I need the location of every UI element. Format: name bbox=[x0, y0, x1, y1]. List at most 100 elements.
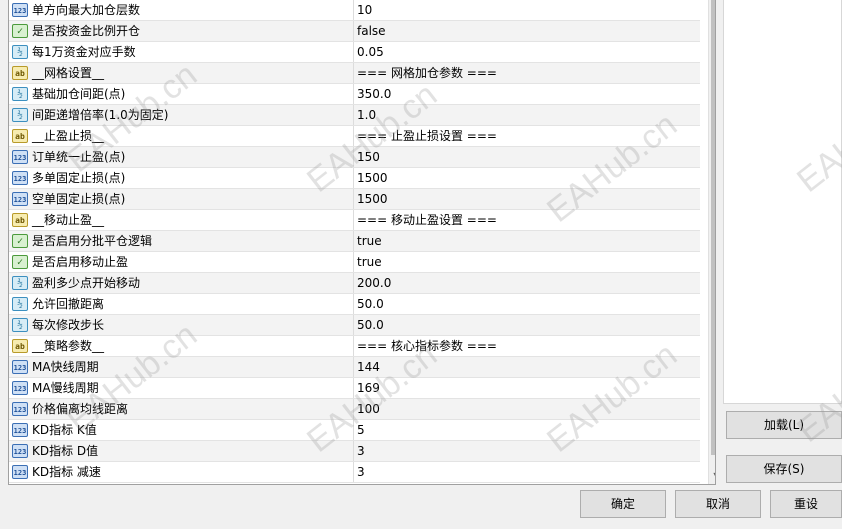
param-value[interactable]: === 核心指标参数 === bbox=[357, 336, 497, 356]
param-type-str-icon: ab bbox=[12, 339, 28, 353]
param-type-str-icon: ab bbox=[12, 213, 28, 227]
param-label: 允许回撤距离 bbox=[32, 297, 105, 311]
param-type-bool-icon: ✓ bbox=[12, 234, 28, 248]
param-label: KD指标 K值 bbox=[32, 423, 97, 437]
param-value[interactable]: 200.0 bbox=[357, 273, 391, 293]
param-type-bool-icon: ✓ bbox=[12, 255, 28, 269]
param-name-cell: ✓ 是否按资金比例开仓 bbox=[9, 21, 354, 41]
param-row[interactable]: ab __网格设置__ === 网格加仓参数 === bbox=[9, 63, 700, 84]
param-label: 是否按资金比例开仓 bbox=[32, 24, 141, 38]
param-row[interactable]: ✓ 是否按资金比例开仓 false bbox=[9, 21, 700, 42]
param-row[interactable]: ½ 每1万资金对应手数 0.05 bbox=[9, 42, 700, 63]
param-type-dbl-icon: ½ bbox=[12, 297, 28, 311]
param-label: 间距递增倍率(1.0为固定) bbox=[32, 108, 169, 122]
param-name-cell: ½ 每1万资金对应手数 bbox=[9, 42, 354, 62]
param-value[interactable]: 169 bbox=[357, 378, 380, 398]
param-row[interactable]: 123 KD指标 减速 3 bbox=[9, 462, 700, 483]
load-button[interactable]: 加载(L) bbox=[726, 411, 842, 439]
param-row[interactable]: ½ 允许回撤距离 50.0 bbox=[9, 294, 700, 315]
param-value[interactable]: 3 bbox=[357, 441, 365, 461]
param-row[interactable]: ½ 盈利多少点开始移动 200.0 bbox=[9, 273, 700, 294]
scroll-down-arrow-icon[interactable]: ▼ bbox=[709, 469, 715, 483]
param-name-cell: ab __策略参数__ bbox=[9, 336, 354, 356]
param-type-int-icon: 123 bbox=[12, 465, 28, 479]
param-label: 每1万资金对应手数 bbox=[32, 45, 136, 59]
param-row[interactable]: ab __止盈止损__ === 止盈止损设置 === bbox=[9, 126, 700, 147]
param-value[interactable]: true bbox=[357, 231, 382, 251]
param-value[interactable]: 0.05 bbox=[357, 42, 384, 62]
param-name-cell: ab __网格设置__ bbox=[9, 63, 354, 83]
param-value[interactable]: === 网格加仓参数 === bbox=[357, 63, 497, 83]
scrollbar-thumb[interactable] bbox=[711, 0, 715, 455]
param-row[interactable]: ½ 每次修改步长 50.0 bbox=[9, 315, 700, 336]
param-type-int-icon: 123 bbox=[12, 192, 28, 206]
param-row[interactable]: 123 单方向最大加仓层数 10 bbox=[9, 0, 700, 21]
param-value[interactable]: true bbox=[357, 252, 382, 272]
param-row[interactable]: 123 KD指标 K值 5 bbox=[9, 420, 700, 441]
param-label: 单方向最大加仓层数 bbox=[32, 3, 141, 17]
param-row[interactable]: 123 KD指标 D值 3 bbox=[9, 441, 700, 462]
param-label: MA快线周期 bbox=[32, 360, 99, 374]
param-row[interactable]: ✓ 是否启用移动止盈 true bbox=[9, 252, 700, 273]
param-label: 多单固定止损(点) bbox=[32, 171, 126, 185]
param-name-cell: ½ 每次修改步长 bbox=[9, 315, 354, 335]
param-label: 是否启用分批平仓逻辑 bbox=[32, 234, 153, 248]
param-label: MA慢线周期 bbox=[32, 381, 99, 395]
param-row[interactable]: 123 MA慢线周期 169 bbox=[9, 378, 700, 399]
param-value[interactable]: false bbox=[357, 21, 386, 41]
param-value[interactable]: 1500 bbox=[357, 168, 388, 188]
param-type-int-icon: 123 bbox=[12, 360, 28, 374]
param-name-cell: 123 单方向最大加仓层数 bbox=[9, 0, 354, 20]
param-name-cell: 123 价格偏离均线距离 bbox=[9, 399, 354, 419]
param-row[interactable]: ab __策略参数__ === 核心指标参数 === bbox=[9, 336, 700, 357]
param-label: KD指标 D值 bbox=[32, 444, 99, 458]
param-value[interactable]: === 移动止盈设置 === bbox=[357, 210, 497, 230]
param-type-dbl-icon: ½ bbox=[12, 45, 28, 59]
param-row[interactable]: 123 空单固定止损(点) 1500 bbox=[9, 189, 700, 210]
param-value[interactable]: 1.0 bbox=[357, 105, 376, 125]
param-row[interactable]: ab __移动止盈__ === 移动止盈设置 === bbox=[9, 210, 700, 231]
param-type-dbl-icon: ½ bbox=[12, 318, 28, 332]
param-label: __移动止盈__ bbox=[32, 213, 105, 227]
param-type-dbl-icon: ½ bbox=[12, 87, 28, 101]
param-row[interactable]: ½ 基础加仓间距(点) 350.0 bbox=[9, 84, 700, 105]
param-label: __策略参数__ bbox=[32, 339, 105, 353]
param-type-str-icon: ab bbox=[12, 129, 28, 143]
ok-button[interactable]: 确定 bbox=[580, 490, 666, 518]
save-button[interactable]: 保存(S) bbox=[726, 455, 842, 483]
param-label: 价格偏离均线距离 bbox=[32, 402, 129, 416]
param-row[interactable]: 123 多单固定止损(点) 1500 bbox=[9, 168, 700, 189]
param-name-cell: 123 空单固定止损(点) bbox=[9, 189, 354, 209]
param-value[interactable]: 50.0 bbox=[357, 294, 384, 314]
param-row[interactable]: ✓ 是否启用分批平仓逻辑 true bbox=[9, 231, 700, 252]
param-type-int-icon: 123 bbox=[12, 444, 28, 458]
param-row[interactable]: 123 订单统一止盈(点) 150 bbox=[9, 147, 700, 168]
param-name-cell: 123 MA慢线周期 bbox=[9, 378, 354, 398]
param-value[interactable]: 350.0 bbox=[357, 84, 391, 104]
param-label: 空单固定止损(点) bbox=[32, 192, 126, 206]
param-value[interactable]: 10 bbox=[357, 0, 372, 20]
param-row[interactable]: 123 价格偏离均线距离 100 bbox=[9, 399, 700, 420]
param-value[interactable]: 50.0 bbox=[357, 315, 384, 335]
param-row[interactable]: ½ 间距递增倍率(1.0为固定) 1.0 bbox=[9, 105, 700, 126]
vertical-scrollbar[interactable]: ▼ bbox=[708, 0, 715, 484]
side-panel bbox=[723, 0, 842, 404]
reset-button[interactable]: 重设 bbox=[770, 490, 842, 518]
param-label: 基础加仓间距(点) bbox=[32, 87, 126, 101]
param-value[interactable]: 150 bbox=[357, 147, 380, 167]
parameters-table: 123 单方向最大加仓层数 10 ✓ 是否按资金比例开仓 false ½ 每1万资金对应手数 0… bbox=[8, 0, 716, 485]
cancel-button[interactable]: 取消 bbox=[675, 490, 761, 518]
param-value[interactable]: 144 bbox=[357, 357, 380, 377]
param-name-cell: ✓ 是否启用分批平仓逻辑 bbox=[9, 231, 354, 251]
param-label: KD指标 减速 bbox=[32, 465, 101, 479]
param-value[interactable]: 3 bbox=[357, 462, 365, 482]
param-label: 每次修改步长 bbox=[32, 318, 105, 332]
param-value[interactable]: === 止盈止损设置 === bbox=[357, 126, 497, 146]
param-value[interactable]: 100 bbox=[357, 399, 380, 419]
param-value[interactable]: 5 bbox=[357, 420, 365, 440]
param-type-int-icon: 123 bbox=[12, 171, 28, 185]
param-label: 盈利多少点开始移动 bbox=[32, 276, 141, 290]
param-type-dbl-icon: ½ bbox=[12, 276, 28, 290]
param-value[interactable]: 1500 bbox=[357, 189, 388, 209]
param-row[interactable]: 123 MA快线周期 144 bbox=[9, 357, 700, 378]
